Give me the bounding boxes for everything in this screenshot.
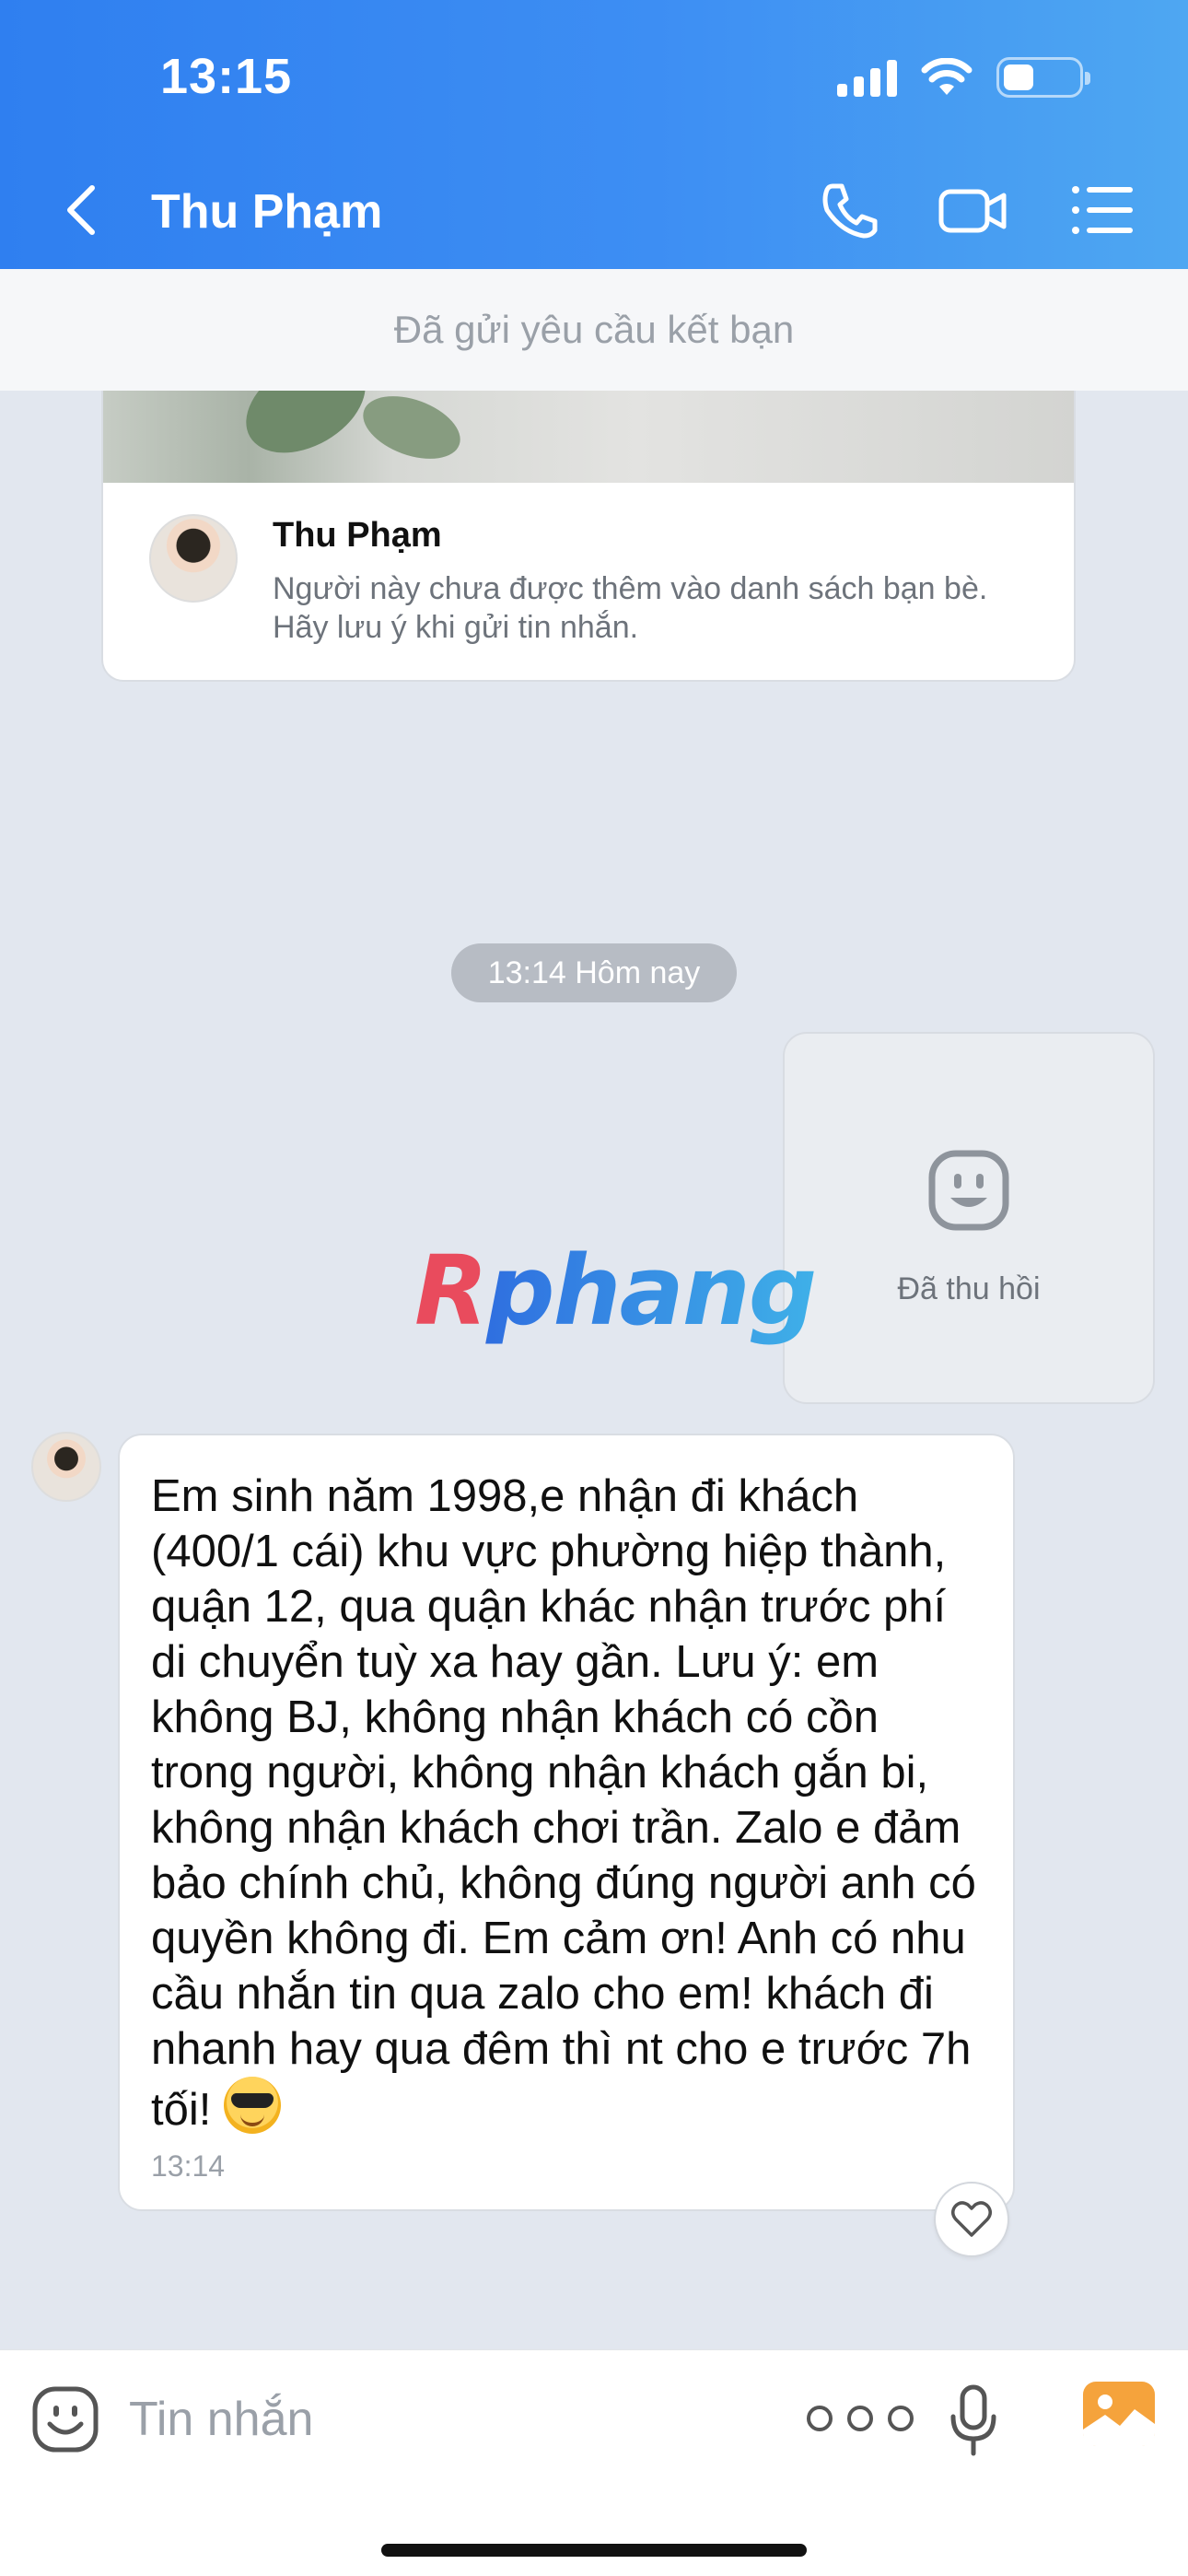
microphone-icon[interactable]	[949, 2383, 998, 2457]
react-heart-button[interactable]	[934, 2182, 1009, 2257]
back-button[interactable]	[55, 181, 111, 240]
message-input-bar	[0, 2349, 1188, 2576]
status-icons	[837, 57, 1090, 98]
heart-icon	[951, 2201, 992, 2237]
smiley-icon	[928, 1150, 1009, 1231]
profile-cover-image	[103, 391, 1074, 483]
home-indicator	[381, 2544, 807, 2557]
profile-warning-note: Người này chưa được thêm vào danh sách b…	[273, 571, 988, 645]
sender-avatar[interactable]	[31, 1432, 101, 1502]
chat-header: 13:15 Thu Phạm	[0, 0, 1188, 269]
sunglasses-emoji-icon	[224, 2077, 281, 2134]
friend-request-text: Đã gửi yêu cầu kết bạn	[393, 308, 795, 351]
wifi-icon	[921, 58, 973, 95]
date-separator: 13:14 Hôm nay	[451, 943, 737, 1002]
profile-name: Thu Phạm	[273, 516, 442, 555]
profile-avatar[interactable]	[149, 514, 238, 603]
recalled-label: Đã thu hồi	[897, 1271, 1041, 1306]
message-time: 13:14	[151, 2149, 226, 2183]
message-input[interactable]	[129, 2380, 755, 2459]
recalled-message[interactable]: Đã thu hồi	[783, 1032, 1155, 1404]
more-options-icon[interactable]	[799, 2398, 921, 2439]
contact-name[interactable]: Thu Phạm	[151, 184, 382, 240]
cellular-signal-icon	[837, 58, 897, 97]
message-bubble[interactable]: Em sinh năm 1998,e nhận đi khách (400/1 …	[118, 1434, 1015, 2211]
menu-list-icon[interactable]	[1068, 175, 1138, 245]
image-gallery-icon[interactable]	[1083, 2382, 1155, 2446]
sticker-button[interactable]	[31, 2385, 99, 2453]
video-call-icon[interactable]	[938, 175, 1007, 245]
phone-call-icon[interactable]	[814, 175, 884, 245]
battery-icon	[996, 57, 1090, 98]
status-time: 13:15	[160, 49, 293, 104]
watermark-logo: Rphang	[414, 1235, 817, 1347]
message-text: Em sinh năm 1998,e nhận đi khách (400/1 …	[151, 1471, 976, 2135]
friend-request-bar: Đã gửi yêu cầu kết bạn	[0, 269, 1188, 391]
profile-card[interactable]: Thu Phạm Người này chưa được thêm vào da…	[101, 391, 1076, 682]
